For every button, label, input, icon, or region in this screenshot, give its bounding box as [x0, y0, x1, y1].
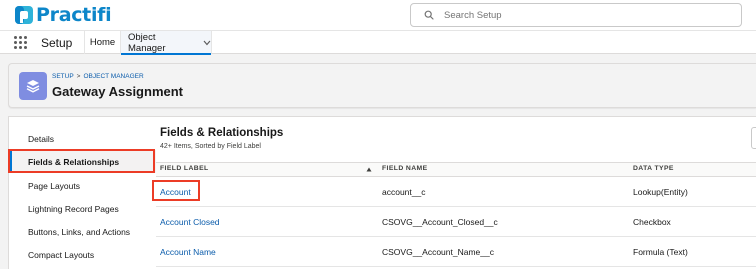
section-subtitle: 42+ Items, Sorted by Field Label	[160, 143, 261, 150]
table-row: Account account__c Lookup(Entity)	[156, 177, 756, 207]
global-header: Practifi Search Setup	[0, 0, 756, 30]
sidebar-item-fields-relationships[interactable]: Fields & Relationships	[9, 150, 156, 173]
tab-object-manager[interactable]: Object Manager	[120, 31, 212, 55]
breadcrumb: SETUP > OBJECT MANAGER	[52, 73, 144, 80]
practifi-logo-icon	[14, 5, 34, 25]
object-header: SETUP > OBJECT MANAGER Gateway Assignmen…	[8, 63, 756, 108]
tab-object-manager-label: Object Manager	[128, 31, 166, 54]
chevron-down-icon[interactable]	[203, 40, 211, 46]
practifi-logo[interactable]: Practifi	[14, 4, 112, 26]
table-header: FIELD LABEL FIELD NAME DATA TYPE	[156, 162, 756, 177]
data-type: Formula (Text)	[633, 247, 688, 257]
new-button[interactable]	[751, 127, 756, 149]
section-title: Fields & Relationships	[160, 127, 284, 139]
content-panel: Details Fields & Relationships Page Layo…	[8, 116, 756, 269]
column-header-data-type[interactable]: DATA TYPE	[633, 165, 674, 172]
column-header-field-label[interactable]: FIELD LABEL	[160, 165, 209, 172]
table-row: Account Name CSOVG__Account_Name__c Form…	[156, 237, 756, 267]
app-name: Setup	[41, 36, 73, 50]
page-title: Gateway Assignment	[52, 84, 184, 99]
sidebar-item-page-layouts[interactable]: Page Layouts	[9, 174, 156, 197]
sidebar-item-lightning-record-pages[interactable]: Lightning Record Pages	[9, 197, 156, 220]
search-icon	[424, 10, 434, 20]
breadcrumb-setup[interactable]: SETUP	[52, 73, 74, 80]
fields-relationships-panel: Fields & Relationships 42+ Items, Sorted…	[156, 117, 756, 269]
field-label-link[interactable]: Account Name	[160, 247, 216, 257]
table-row: Account Closed CSOVG__Account_Closed__c …	[156, 207, 756, 237]
data-type: Checkbox	[633, 217, 671, 227]
field-name: account__c	[382, 187, 426, 197]
field-label-link[interactable]: Account	[160, 187, 191, 197]
breadcrumb-object-manager[interactable]: OBJECT MANAGER	[83, 73, 143, 80]
tab-home[interactable]: Home	[84, 31, 120, 54]
search-placeholder: Search Setup	[444, 9, 502, 21]
object-sidebar: Details Fields & Relationships Page Layo…	[9, 117, 156, 269]
sidebar-item-compact-layouts[interactable]: Compact Layouts	[9, 243, 156, 266]
app-launcher-icon[interactable]	[14, 36, 28, 50]
sort-up-icon[interactable]	[366, 167, 372, 172]
field-label-link[interactable]: Account Closed	[160, 217, 220, 227]
app-nav-bar: Setup Home Object Manager	[0, 30, 756, 55]
field-name: CSOVG__Account_Closed__c	[382, 217, 498, 227]
column-header-field-name[interactable]: FIELD NAME	[382, 165, 428, 172]
layers-icon	[19, 72, 47, 100]
sidebar-item-buttons-links-actions[interactable]: Buttons, Links, and Actions	[9, 220, 156, 243]
field-name: CSOVG__Account_Name__c	[382, 247, 494, 257]
sidebar-item-details[interactable]: Details	[9, 127, 156, 150]
breadcrumb-separator: >	[76, 73, 81, 80]
search-input[interactable]: Search Setup	[410, 3, 742, 27]
brand-name: Practifi	[36, 4, 112, 26]
data-type: Lookup(Entity)	[633, 187, 688, 197]
